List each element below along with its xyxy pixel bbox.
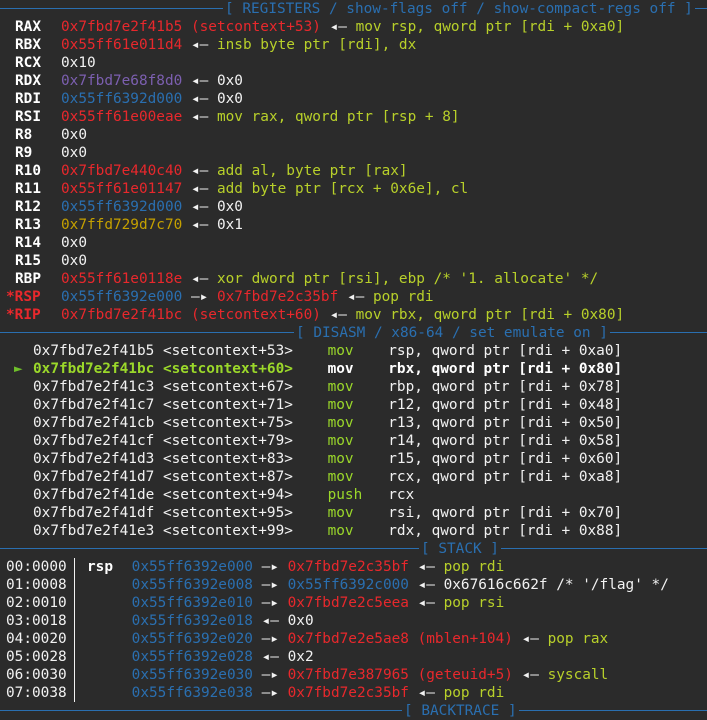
disasm-line[interactable]: 0x7fbd7e2f41cf <setcontext+79> mov r14, …: [0, 432, 707, 450]
stack-row[interactable]: 04:0020 0x55ff6392e020 —▸ 0x7fbd7e2e5ae8…: [0, 630, 707, 648]
register-row-rbp: RBP 0x55ff61e0118e ◂— xor dword ptr [rsi]…: [15, 271, 599, 287]
disasm-line[interactable]: 0x7fbd7e2f41de <setcontext+94> push rcx: [0, 486, 707, 504]
header-rule: [0, 548, 707, 549]
stack-separator: [74, 648, 75, 666]
disasm-line-current[interactable]: ► 0x7fbd7e2f41bc <setcontext+60> mov rbx,…: [0, 360, 707, 378]
stack-row[interactable]: 00:0000 rsp 0x55ff6392e000 —▸ 0x7fbd7e2c3…: [0, 558, 707, 576]
registers-header-label: [ REGISTERS / show-flags off / show-comp…: [223, 0, 695, 18]
register-row-rip: *RIP 0x7fbd7e2f41bc (setcontext+60) ◂— mo…: [6, 307, 625, 323]
register-row-r11: R11 0x55ff61e01147 ◂— add byte ptr [rcx +…: [15, 181, 469, 197]
stack-row[interactable]: 06:0030 0x55ff6392e030 —▸ 0x7fbd7e387965…: [0, 666, 707, 684]
register-row-r13: R13 0x7ffd729d7c70 ◂— 0x1: [15, 217, 243, 233]
stack-separator: [74, 558, 75, 576]
register-row-rsi: RSI 0x55ff61e00eae ◂— mov rax, qword ptr …: [15, 109, 460, 125]
register-row-r9: R9 0x0: [15, 145, 87, 161]
stack-row[interactable]: 02:0010 0x55ff6392e010 —▸ 0x7fbd7e2c5eea…: [0, 594, 707, 612]
register-row-rsp: *RSP 0x55ff6392e000 —▸ 0x7fbd7e2c35bf ◂— …: [6, 289, 434, 305]
disasm-line[interactable]: 0x7fbd7e2f41d7 <setcontext+87> mov rcx, …: [0, 468, 707, 486]
register-row-r10: R10 0x7fbd7e440c40 ◂— add al, byte ptr [r…: [15, 163, 408, 179]
registers-header: [ REGISTERS / show-flags off / show-comp…: [0, 0, 707, 18]
disasm-line[interactable]: 0x7fbd7e2f41df <setcontext+95> mov rsi, …: [0, 504, 707, 522]
register-row-rcx: RCX 0x10: [15, 55, 96, 71]
stack-header-label: [ STACK ]: [419, 540, 501, 558]
disasm-line[interactable]: 0x7fbd7e2f41e3 <setcontext+99> mov rdx, …: [0, 522, 707, 540]
disasm-line[interactable]: 0x7fbd7e2f41d3 <setcontext+83> mov r15, …: [0, 450, 707, 468]
stack-separator: [74, 576, 75, 594]
register-row-rdx: RDX 0x7fbd7e68f8d0 ◂— 0x0: [15, 73, 243, 89]
gdb-terminal[interactable]: [ REGISTERS / show-flags off / show-comp…: [0, 0, 707, 720]
stack-row[interactable]: 01:0008 0x55ff6392e008 —▸ 0x55ff6392c000…: [0, 576, 707, 594]
disasm-header-label: [ DISASM / x86-64 / set emulate on ]: [294, 324, 610, 342]
stack-separator: [74, 630, 75, 648]
register-row-r12: R12 0x55ff6392d000 ◂— 0x0: [15, 199, 243, 215]
stack-separator: [74, 612, 75, 630]
current-instruction-arrow-icon: ►: [14, 361, 23, 377]
backtrace-header-label: [ BACKTRACE ]: [402, 702, 519, 720]
register-row-rax: RAX 0x7fbd7e2f41b5 (setcontext+53) ◂— mov…: [15, 19, 625, 35]
register-row-rbx: RBX 0x55ff61e011d4 ◂— insb byte ptr [rdi]…: [15, 37, 417, 53]
header-rule: [0, 710, 707, 711]
backtrace-header: [ BACKTRACE ]: [0, 702, 707, 720]
register-row-r15: R15 0x0: [15, 253, 87, 269]
disasm-header: [ DISASM / x86-64 / set emulate on ]: [0, 324, 707, 342]
stack-row[interactable]: 03:0018 0x55ff6392e018 ◂— 0x0: [0, 612, 707, 630]
stack-row[interactable]: 07:0038 0x55ff6392e038 —▸ 0x7fbd7e2c35bf…: [0, 684, 707, 702]
stack-separator: [74, 594, 75, 612]
register-row-rdi: RDI 0x55ff6392d000 ◂— 0x0: [15, 91, 243, 107]
disasm-line[interactable]: 0x7fbd7e2f41c7 <setcontext+71> mov r12, …: [0, 396, 707, 414]
stack-separator: [74, 666, 75, 684]
register-row-r8: R8 0x0: [15, 127, 87, 143]
stack-separator: [74, 684, 75, 702]
stack-row[interactable]: 05:0028 0x55ff6392e028 ◂— 0x2: [0, 648, 707, 666]
disasm-line[interactable]: 0x7fbd7e2f41b5 <setcontext+53> mov rsp, …: [0, 342, 707, 360]
disasm-line[interactable]: 0x7fbd7e2f41cb <setcontext+75> mov r13, …: [0, 414, 707, 432]
stack-header: [ STACK ]: [0, 540, 707, 558]
disasm-line[interactable]: 0x7fbd7e2f41c3 <setcontext+67> mov rbp, …: [0, 378, 707, 396]
register-row-r14: R14 0x0: [15, 235, 87, 251]
